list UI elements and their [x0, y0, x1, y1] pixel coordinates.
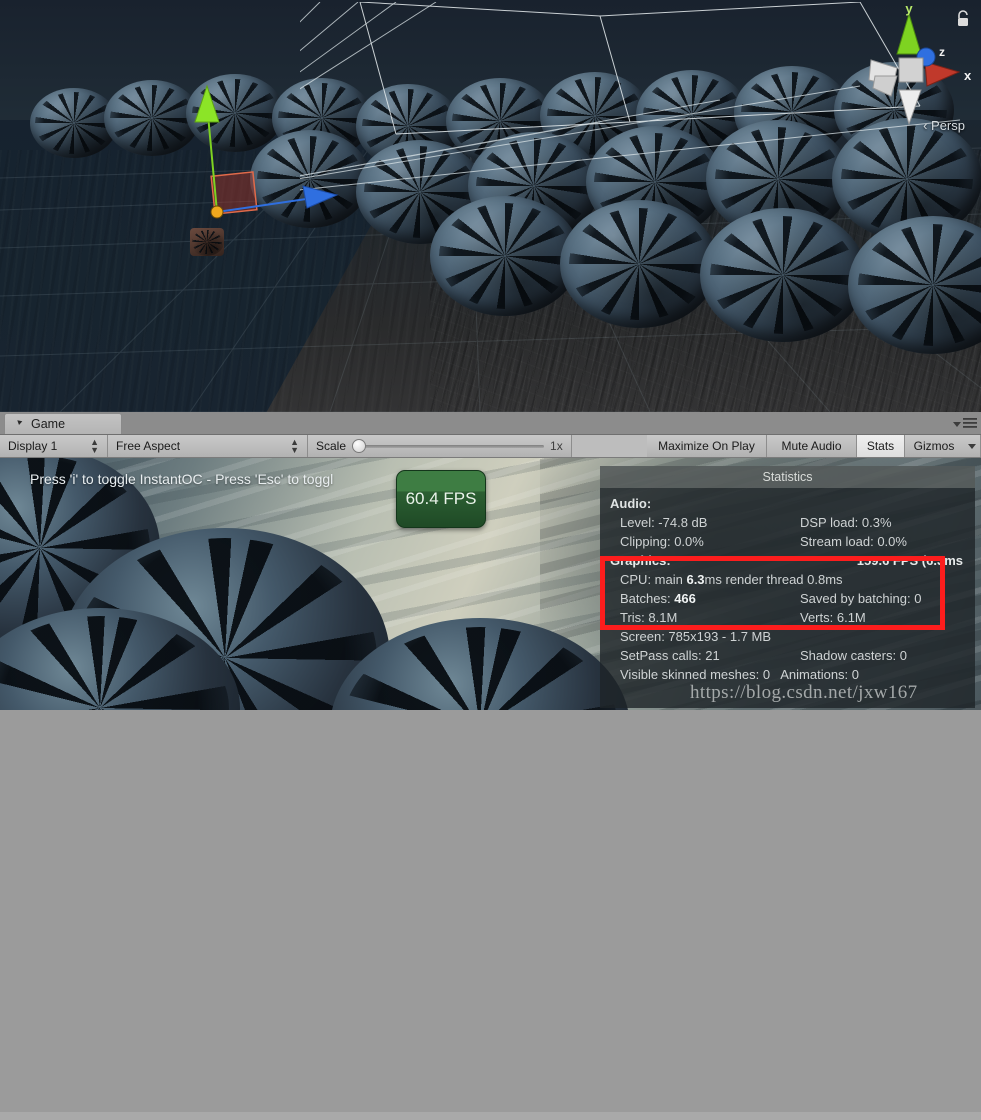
chevron-down-icon: [953, 415, 961, 433]
gizmo-z-arrow: [302, 185, 339, 209]
scale-slider-track: [358, 444, 545, 448]
tab-game-label: Game: [31, 417, 66, 431]
scale-slider[interactable]: [352, 439, 545, 453]
gizmo-axis-negy-cone: [898, 89, 922, 126]
batches-cell: Batches: 466: [620, 589, 800, 608]
gizmo-axis-y-label: y: [905, 4, 913, 16]
chevron-down-icon: [967, 439, 976, 453]
hamburger-menu-icon: [963, 415, 977, 433]
audio-level-row: Level: -74.8 dB DSP load: 0.3%: [600, 513, 975, 532]
statistics-title: Statistics: [600, 466, 975, 488]
batches-label: Batches:: [620, 591, 675, 606]
display-dropdown[interactable]: Display 1 ▲ ▼: [0, 435, 108, 457]
gizmo-axis-y-cone: [896, 12, 922, 55]
gizmo-y-arrow: [194, 84, 220, 123]
tris: Tris: 8.1M: [620, 610, 678, 625]
cpu-prefix: CPU: main: [620, 572, 687, 587]
gizmo-center-handle: [210, 205, 224, 219]
scene-object-sphere[interactable]: [560, 200, 718, 328]
scale-slider-knob[interactable]: [352, 439, 367, 453]
persp-arrow-icon: ‹: [923, 118, 928, 133]
scale-value: 1x: [550, 439, 563, 453]
audio-stream-load: Stream load: 0.0%: [800, 534, 907, 549]
unity-game-icon: [13, 418, 25, 430]
aspect-dropdown[interactable]: Free Aspect ▲ ▼: [108, 435, 308, 457]
gizmos-dropdown[interactable]: [963, 435, 981, 457]
toolbar-spacer: [571, 435, 647, 457]
gizmo-center-cube: [898, 57, 924, 83]
gizmos-label: Gizmos: [913, 439, 955, 453]
mute-audio-button[interactable]: Mute Audio: [767, 435, 857, 457]
verts: Verts: 6.1M: [800, 610, 866, 625]
stats-button[interactable]: Stats: [857, 435, 905, 457]
unity-editor-window: y x z ‹ Persp Game Display 1 ▲ ▼ Free As…: [0, 0, 981, 1120]
audio-heading: Audio:: [610, 496, 652, 511]
updown-arrows-icon: ▲ ▼: [290, 437, 299, 455]
fps-badge-value: 60.4 FPS: [405, 489, 477, 508]
panel-context-menu[interactable]: [953, 415, 977, 433]
statistics-body: Audio: Level: -74.8 dB DSP load: 0.3% Cl…: [600, 488, 975, 684]
audio-clipping-row: Clipping: 0.0% Stream load: 0.0%: [600, 532, 975, 551]
audio-level: Level: -74.8 dB: [620, 515, 708, 530]
cpu-main-value: 6.3: [686, 572, 705, 587]
gizmos-button[interactable]: Gizmos: [905, 435, 963, 457]
instantoc-hint-text: Press 'i' to toggle InstantOC - Press 'E…: [30, 471, 334, 487]
screen-row: Screen: 785x193 - 1.7 MB: [620, 629, 772, 644]
visible-skinned-meshes: Visible skinned meshes: 0: [620, 667, 771, 682]
audio-clipping: Clipping: 0.0%: [620, 534, 704, 549]
gizmo-axis-z-label: z: [939, 45, 945, 59]
shadow-casters: Shadow casters: 0: [800, 648, 907, 663]
saved-by-batching: Saved by batching: 0: [800, 591, 922, 606]
aspect-dropdown-label: Free Aspect: [116, 439, 181, 453]
scene-projection-label[interactable]: ‹ Persp: [923, 118, 965, 133]
updown-arrows-icon: ▲ ▼: [90, 437, 99, 455]
graphics-batches-row: Batches: 466 Saved by batching: 0: [600, 589, 975, 608]
scale-control[interactable]: Scale 1x: [308, 435, 572, 457]
scene-object-sphere[interactable]: [700, 208, 866, 342]
status-bar: [0, 1112, 981, 1120]
statistics-panel: Statistics Audio: Level: -74.8 dB DSP lo…: [600, 466, 975, 708]
graphics-heading: Graphics:: [610, 553, 671, 568]
scene-view[interactable]: y x z ‹ Persp: [0, 0, 981, 412]
gizmo-axis-negz-cone: [872, 75, 898, 97]
setpass-row: SetPass calls: 21 Shadow casters: 0: [600, 646, 975, 665]
transform-move-gizmo[interactable]: [155, 82, 385, 242]
graphics-cpu-row: CPU: main 6.3ms render thread 0.8ms: [600, 570, 975, 589]
scale-label: Scale: [316, 439, 347, 453]
cpu-suffix: ms render thread 0.8ms: [704, 572, 843, 587]
gizmo-axis-x-cone: [924, 61, 961, 87]
lock-icon[interactable]: [955, 10, 971, 28]
panel-tab-bar: Game: [0, 412, 981, 435]
graphics-heading-row: Graphics: 159.6 FPS (6.3ms: [600, 551, 975, 570]
watermark: https://blog.csdn.net/jxw167: [690, 682, 918, 703]
gizmo-axis-x-label: x: [964, 68, 972, 83]
stats-label: Stats: [866, 439, 895, 453]
game-toolbar: Display 1 ▲ ▼ Free Aspect ▲ ▼ Scale 1x Max…: [0, 435, 981, 458]
scene-object-box[interactable]: [190, 228, 224, 256]
graphics-fps: 159.6 FPS (6.3ms: [856, 553, 963, 568]
maximize-on-play-button[interactable]: Maximize On Play: [647, 435, 767, 457]
batches-value: 466: [674, 591, 696, 606]
display-dropdown-label: Display 1: [8, 439, 58, 453]
animations: Animations: 0: [780, 667, 859, 682]
graphics-tris-row: Tris: 8.1M Verts: 6.1M: [600, 608, 975, 627]
scene-object-sphere[interactable]: [430, 196, 580, 316]
setpass-calls: SetPass calls: 21: [620, 648, 720, 663]
fps-badge: 60.4 FPS: [396, 470, 486, 528]
audio-dsp-load: DSP load: 0.3%: [800, 515, 892, 530]
mute-audio-label: Mute Audio: [781, 439, 842, 453]
persp-text: Persp: [931, 118, 965, 133]
maximize-on-play-label: Maximize On Play: [658, 439, 755, 453]
tab-game[interactable]: Game: [4, 413, 122, 434]
